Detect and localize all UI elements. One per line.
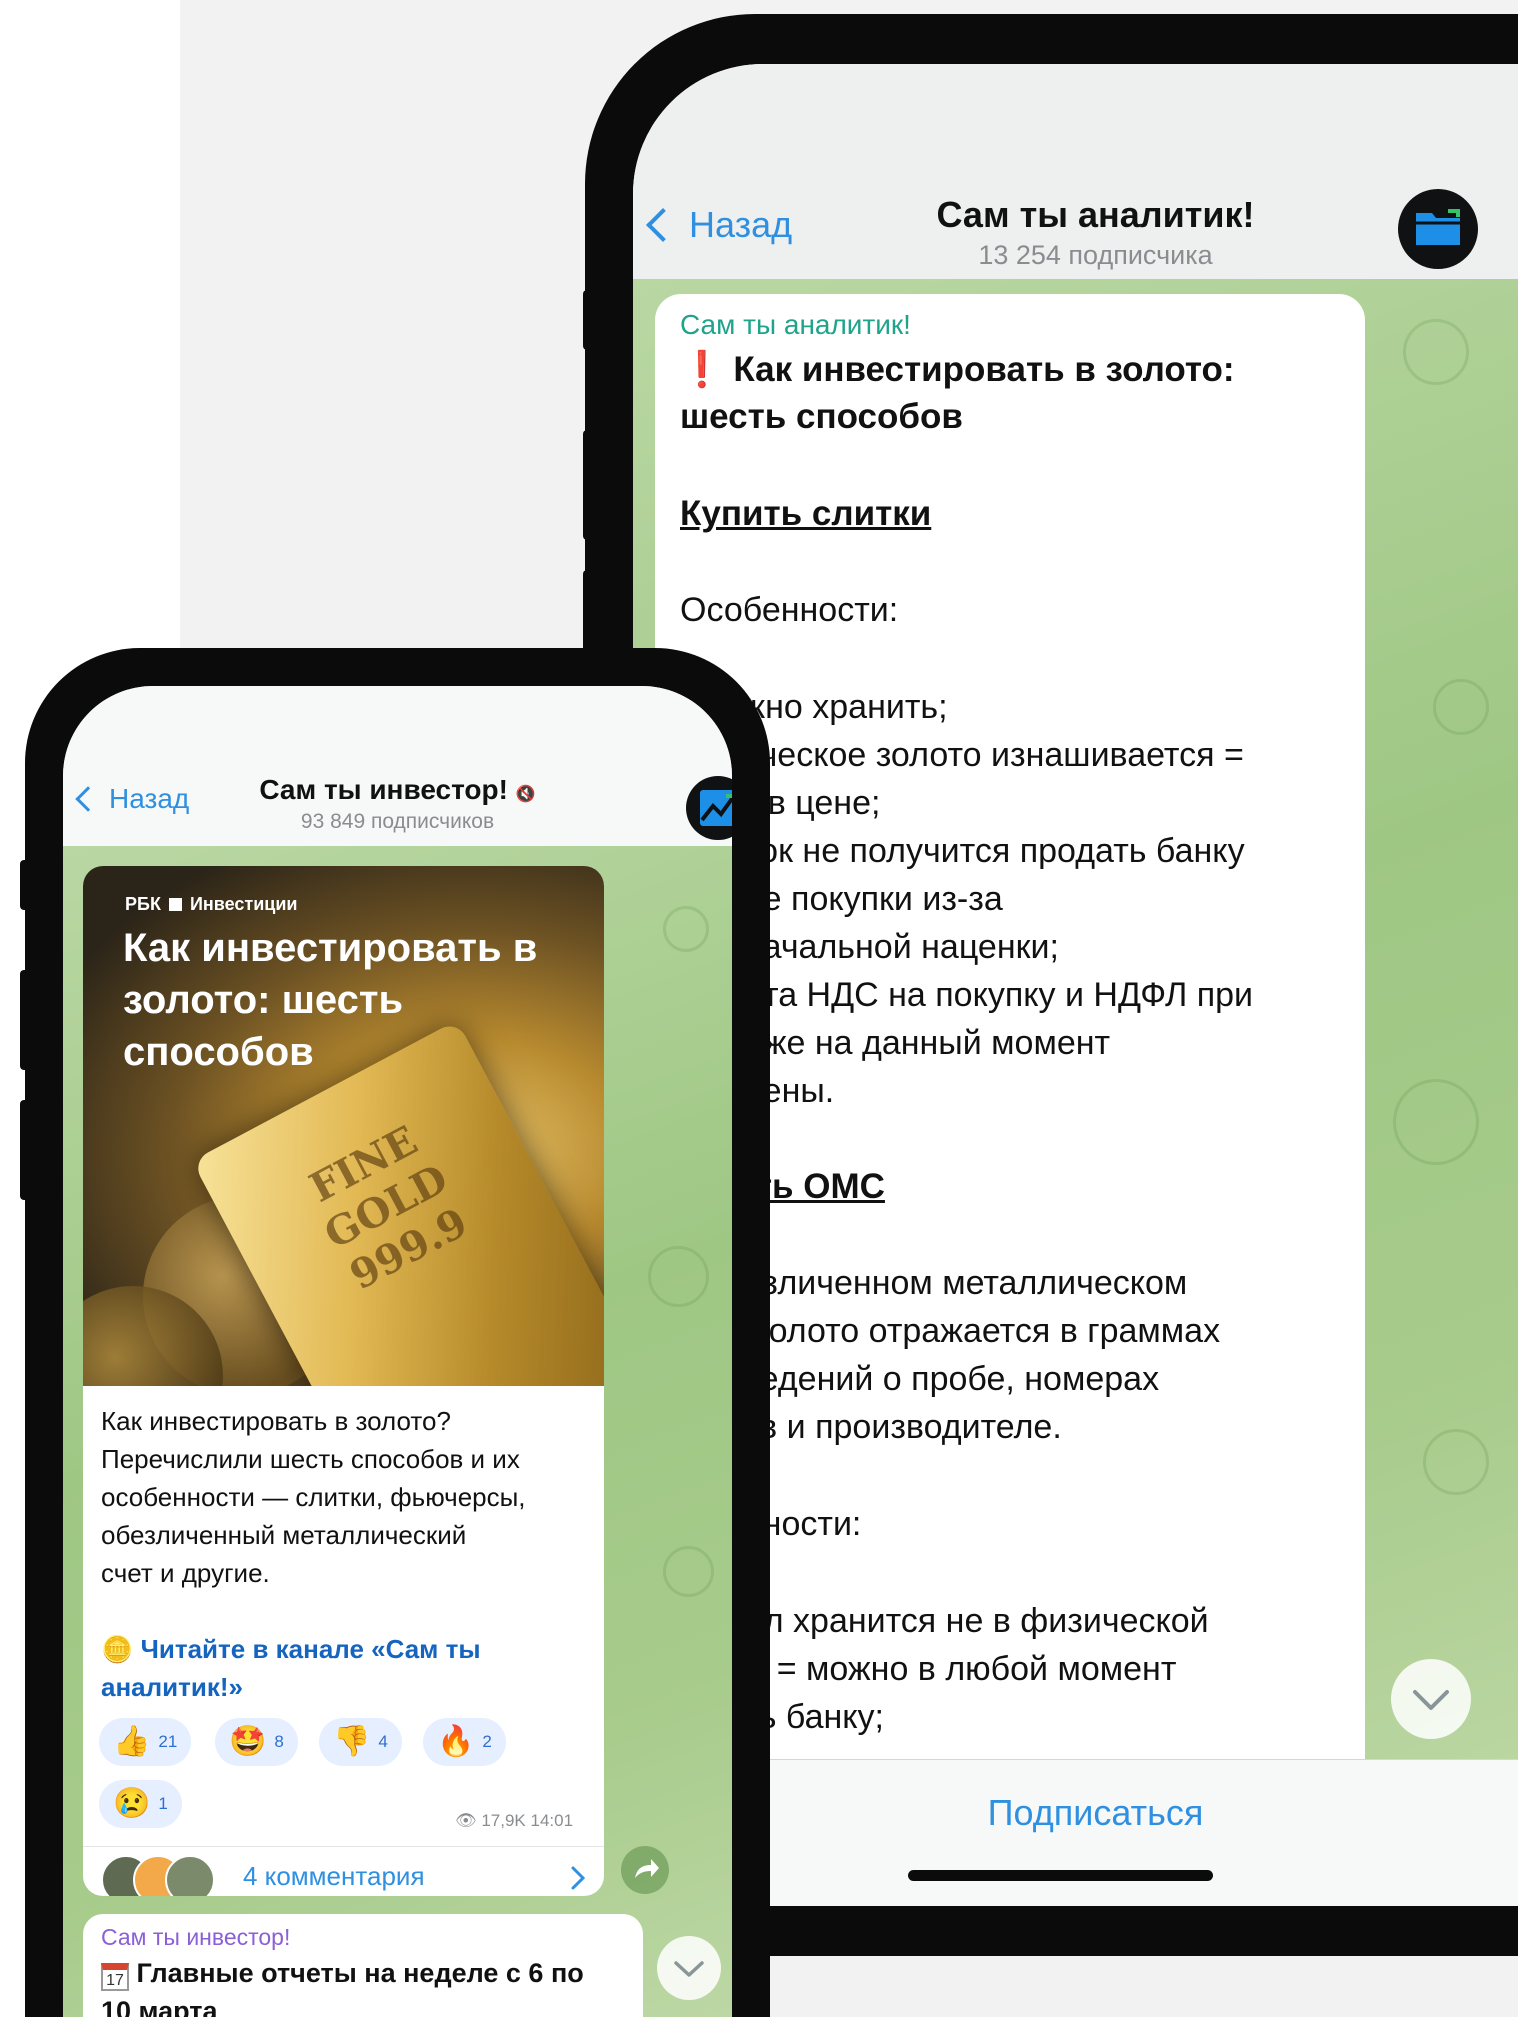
- image-brand: РБК Инвестиции: [125, 894, 297, 915]
- post-text-line: особенности — слитки, фьючерсы,: [101, 1482, 526, 1512]
- text-line: иток не получится продать банку: [725, 832, 1245, 870]
- folder-icon: [1416, 209, 1460, 245]
- reaction-count: 8: [274, 1732, 284, 1751]
- chevron-right-icon: [571, 1866, 586, 1890]
- subscriber-count: 93 849 подписчиков: [300, 810, 495, 833]
- message-sender[interactable]: Сам ты аналитик!: [680, 309, 911, 341]
- message-line: 17 Главные отчеты на неделе с 6 по: [101, 1958, 584, 1991]
- brand-logo-icon: [168, 898, 182, 911]
- text-line: ме = можно в любой момент: [725, 1650, 1177, 1688]
- post-time: 14:01: [530, 1811, 574, 1830]
- avatar: [165, 1855, 215, 1896]
- chat-background: FINE GOLD 999.9 РБК Инвестиции Как инвес…: [63, 846, 732, 2017]
- chevron-down-icon: [674, 1961, 704, 1977]
- image-title-line: Как инвестировать в: [123, 926, 538, 970]
- brand-suffix: Инвестиции: [189, 894, 298, 914]
- calendar-icon: 17: [101, 1963, 129, 1991]
- text-line: зическое золото изнашивается =: [725, 736, 1244, 774]
- post-meta: 👁 17,9K 14:01: [455, 1811, 573, 1831]
- reaction-cry[interactable]: 😢 1: [99, 1780, 182, 1828]
- chat-header: Назад Сам ты инвестор! 🔇 93 849 подписчи…: [63, 686, 732, 847]
- message-sender[interactable]: Сам ты инвестор!: [101, 1924, 290, 1951]
- reaction-dislike[interactable]: 👎 4: [319, 1718, 402, 1766]
- post-bubble: FINE GOLD 999.9 РБК Инвестиции Как инвес…: [83, 866, 604, 1896]
- text-line: сведений о пробе, номерах: [725, 1360, 1160, 1398]
- exclamation-icon: ❗: [680, 350, 724, 389]
- headline-line: шесть способов: [680, 397, 963, 436]
- reaction-like[interactable]: 👍 21: [99, 1718, 192, 1766]
- channel-title[interactable]: Сам ты инвестор! 🔇: [63, 774, 732, 806]
- share-arrow-icon: [635, 1859, 659, 1878]
- gold-bar-icon: 🪙: [101, 1634, 134, 1664]
- channel-title[interactable]: Сам ты аналитик!: [633, 194, 1518, 236]
- brand-text: РБК: [125, 894, 161, 914]
- text-line: безличенном металлическом: [725, 1264, 1188, 1302]
- features-label: Особенности:: [680, 591, 899, 629]
- comments-count: 4 комментария: [243, 1861, 425, 1891]
- crying-face-icon: 😢: [113, 1787, 151, 1820]
- text-line: алл хранится не в физической: [725, 1602, 1209, 1640]
- fire-icon: 🔥: [437, 1725, 475, 1758]
- text-line: е золото отражается в граммах: [725, 1312, 1221, 1350]
- channel-avatar[interactable]: [1398, 189, 1478, 269]
- star-struck-icon: 🤩: [229, 1725, 267, 1758]
- reaction-count: 21: [158, 1732, 178, 1751]
- gold-bar-text: FINE GOLD 999.9: [302, 1116, 476, 1300]
- scroll-down-button[interactable]: [657, 1936, 721, 2000]
- chat-header: Назад Сам ты аналитик! 13 254 подписчика: [633, 64, 1518, 279]
- home-indicator: [908, 1870, 1213, 1881]
- subscriber-count: 13 254 подписчика: [978, 240, 1213, 270]
- front-phone-frame: Назад Сам ты инвестор! 🔇 93 849 подписчи…: [25, 648, 770, 2017]
- scroll-down-button[interactable]: [1391, 1659, 1471, 1739]
- reaction-fire[interactable]: 🔥 2: [423, 1718, 506, 1766]
- reaction-star-struck[interactable]: 🤩 8: [215, 1718, 298, 1766]
- message-line: 10 марта: [101, 1996, 218, 2017]
- reaction-count: 1: [158, 1794, 168, 1813]
- channel-link[interactable]: аналитик!»: [101, 1672, 243, 1703]
- chevron-down-icon: [1413, 1690, 1449, 1710]
- image-title-line: способов: [123, 1030, 314, 1074]
- reaction-count: 4: [378, 1732, 388, 1751]
- headline-line: Как инвестировать в золото:: [733, 350, 1235, 389]
- front-phone-screen: Назад Сам ты инвестор! 🔇 93 849 подписчи…: [63, 686, 732, 2017]
- eye-icon: 👁: [455, 1811, 477, 1830]
- post-text-line: Перечислили шесть способов и их: [101, 1444, 520, 1474]
- comments-row[interactable]: 4 комментария: [83, 1846, 604, 1896]
- post-image[interactable]: FINE GOLD 999.9 РБК Инвестиции Как инвес…: [83, 866, 604, 1386]
- reaction-count: 2: [482, 1732, 492, 1751]
- message-text: Главные отчеты на неделе с 6 по: [136, 1958, 584, 1988]
- text-line: оначальной наценки;: [725, 928, 1059, 966]
- image-title-line: золото: шесть: [123, 978, 404, 1022]
- text-line: лата НДС на покупку и НДФЛ при: [725, 976, 1254, 1014]
- post-text-line: счет и другие.: [101, 1558, 270, 1588]
- text-line: ков и производителе.: [725, 1408, 1062, 1446]
- text-line: даже на данный момент: [725, 1024, 1111, 1062]
- share-button[interactable]: [621, 1846, 669, 1894]
- channel-link[interactable]: 🪙 Читайте в канале «Сам ты: [101, 1634, 481, 1665]
- next-message-bubble: Сам ты инвестор! 17 Главные отчеты на не…: [83, 1914, 643, 2017]
- post-text-line: обезличенный металлический: [101, 1520, 467, 1550]
- post-text-line: Как инвестировать в золото?: [101, 1406, 451, 1436]
- thumbs-up-icon: 👍: [113, 1725, 151, 1758]
- link-text: Читайте в канале «Сам ты: [140, 1634, 481, 1664]
- speaker-muted-icon: 🔇: [515, 786, 536, 803]
- thumbs-down-icon: 👎: [333, 1725, 371, 1758]
- channel-title-text: Сам ты инвестор!: [259, 774, 508, 805]
- section-title: Купить слитки: [680, 494, 932, 533]
- view-count: 17,9K: [481, 1811, 526, 1830]
- headline: ❗ Как инвестировать в золото:: [680, 349, 1235, 390]
